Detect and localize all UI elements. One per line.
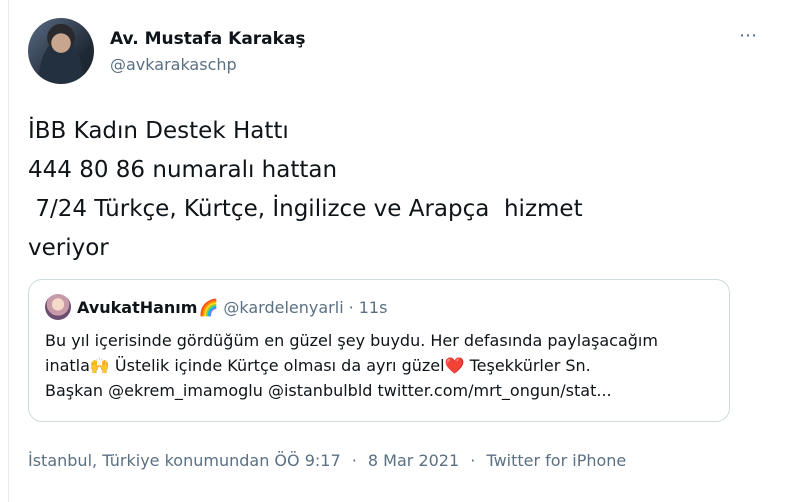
red-heart-icon: ❤️: [444, 356, 465, 375]
more-options-icon[interactable]: ⋯: [739, 26, 758, 46]
author-handle[interactable]: @avkarakaschp: [110, 55, 237, 75]
quoted-timestamp: 11s: [358, 297, 388, 317]
quoted-line-3: Başkan @ekrem_imamoglu @istanbulbld twit…: [45, 381, 612, 400]
tweet-text: İBB Kadın Destek Hattı 444 80 86 numaral…: [28, 118, 583, 261]
quoted-tweet-text: Bu yıl içerisinde gördüğüm en güzel şey …: [45, 328, 717, 403]
quoted-author-handle: @kardelenyarli: [223, 297, 344, 317]
quoted-author-name: AvukatHanım: [77, 297, 198, 317]
location-text: İstanbul, Türkiye konumundan: [28, 451, 270, 470]
tweet-metadata: İstanbul, Türkiye konumundan ÖÖ 9:17 · 8…: [28, 450, 626, 472]
separator-dot: ·: [351, 451, 357, 470]
raising-hands-icon: 🙌: [89, 356, 110, 375]
quoted-line-2: inatla🙌 Üstelik içinde Kürtçe olması da …: [45, 353, 717, 378]
quoted-text: Teşekkürler Sn.: [464, 356, 591, 375]
quoted-tweet[interactable]: AvukatHanım 🌈 @kardelenyarli · 11s Bu yı…: [28, 279, 730, 422]
tweet-source-link[interactable]: Twitter for iPhone: [486, 451, 626, 470]
separator-dot: ·: [470, 451, 476, 470]
tweet-time-link[interactable]: ÖÖ 9:17: [274, 451, 340, 470]
card-left-border: [8, 0, 9, 502]
quoted-avatar: [45, 294, 71, 320]
quoted-tweet-header: AvukatHanım 🌈 @kardelenyarli · 11s: [45, 294, 388, 320]
tweet-date-link[interactable]: 8 Mar 2021: [368, 451, 459, 470]
author-name[interactable]: Av. Mustafa Karakaş: [110, 29, 306, 49]
avatar[interactable]: [28, 18, 94, 84]
separator-dot: ·: [348, 297, 354, 317]
quoted-text: inatla: [45, 356, 90, 375]
rainbow-icon: 🌈: [198, 297, 219, 317]
tweet-header: Av. Mustafa Karakaş @avkarakaschp ⋯: [28, 18, 770, 88]
quoted-line-1: Bu yıl içerisinde gördüğüm en güzel şey …: [45, 331, 658, 350]
quoted-text: Üstelik içinde Kürtçe olması da ayrı güz…: [109, 356, 445, 375]
